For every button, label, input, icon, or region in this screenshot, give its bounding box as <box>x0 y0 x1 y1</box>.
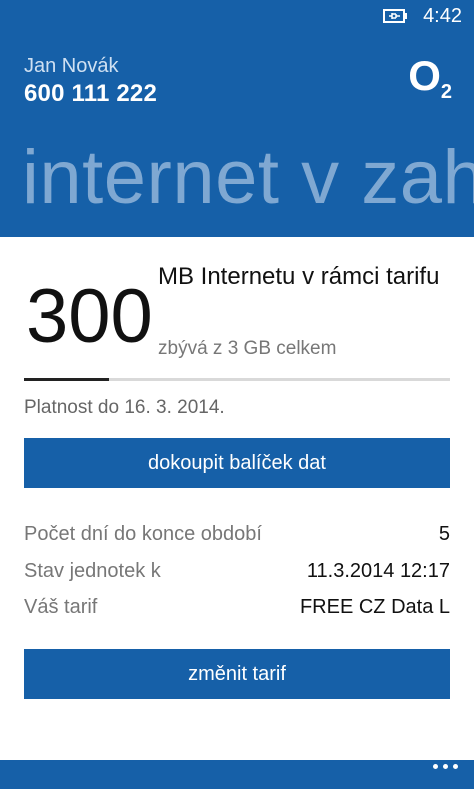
info-value: FREE CZ Data L <box>299 596 450 618</box>
header: 4:42 Jan Novák 600 111 222 O2 internet v… <box>0 0 474 237</box>
logo-subscript: 2 <box>440 81 452 103</box>
info-value: 5 <box>438 523 450 545</box>
info-row-days-remaining: Počet dní do konce období 5 <box>24 523 450 546</box>
info-row-units-status: Stav jednotek k 11.3.2014 12:17 <box>24 560 450 583</box>
buy-data-package-button[interactable]: dokoupit balíček dat <box>24 438 450 488</box>
data-usage-subtitle: zbývá z 3 GB celkem <box>158 338 337 359</box>
info-label: Váš tarif <box>24 596 98 618</box>
o2-logo: O2 <box>408 52 452 103</box>
logo-letter: O <box>408 52 441 99</box>
remaining-data-amount: 300 <box>26 274 153 359</box>
panorama-title: internet v zah <box>22 135 474 220</box>
user-name: Jan Novák <box>24 55 119 77</box>
info-row-tariff: Váš tarif FREE CZ Data L <box>24 596 450 619</box>
ellipsis-icon[interactable] <box>433 764 458 769</box>
data-usage-progress-bar <box>24 378 450 381</box>
progress-fill <box>24 378 110 381</box>
app-bar <box>0 760 474 789</box>
dot <box>453 764 458 769</box>
dot <box>443 764 448 769</box>
status-bar: 4:42 <box>383 4 462 28</box>
data-usage-title: MB Internetu v rámci tarifu <box>158 263 440 290</box>
phone-number: 600 111 222 <box>24 80 158 107</box>
info-label: Stav jednotek k <box>24 560 161 582</box>
clock: 4:42 <box>423 4 462 27</box>
info-value: 11.3.2014 12:17 <box>306 560 450 582</box>
dot <box>433 764 438 769</box>
change-tariff-button[interactable]: změnit tarif <box>24 649 450 699</box>
battery-charging-icon <box>383 9 409 23</box>
validity-text: Platnost do 16. 3. 2014. <box>24 397 225 418</box>
info-label: Počet dní do konce období <box>24 523 262 545</box>
data-usage-panel: 300 MB Internetu v rámci tarifu zbývá z … <box>0 237 474 760</box>
